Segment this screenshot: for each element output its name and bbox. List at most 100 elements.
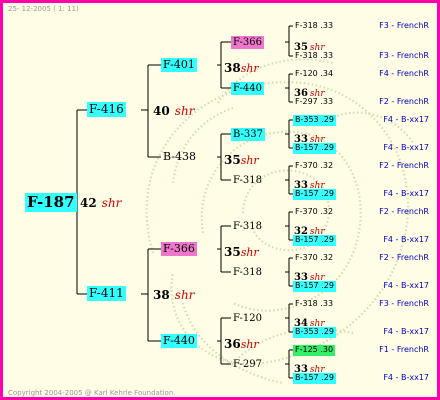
gen2-score-group: 36shr bbox=[224, 335, 259, 351]
gen2-id[interactable]: F-366 bbox=[161, 242, 197, 257]
gen4-num: .29 bbox=[321, 327, 334, 336]
gen4-entry[interactable]: B-353 .29 bbox=[293, 327, 336, 338]
gen3-id[interactable]: B-337 bbox=[231, 128, 265, 141]
gen4-entry[interactable]: F-297 .33 bbox=[293, 97, 335, 108]
gen4-num: .29 bbox=[321, 235, 334, 244]
gen4-origin: F3 - FrenchR bbox=[379, 299, 429, 308]
gen4-origin: F3 - FrenchR bbox=[379, 51, 429, 60]
gen4-origin: F4 - B-xx17 bbox=[383, 281, 429, 290]
gen4-origin: F2 - FrenchR bbox=[379, 161, 429, 170]
gen4-num: .32 bbox=[320, 253, 334, 262]
gen3-id[interactable]: F-366 bbox=[231, 36, 264, 49]
gen4-num: .33 bbox=[320, 51, 334, 60]
gen4-entry[interactable]: B-157 .29 bbox=[293, 235, 336, 246]
gen4-id: F-318 bbox=[295, 299, 318, 308]
gen4-origin: F4 - B-xx17 bbox=[383, 373, 429, 382]
gen4-num: .32 bbox=[320, 207, 334, 216]
gen4-origin: F4 - B-xx17 bbox=[383, 189, 429, 198]
gen4-id: B-353 bbox=[295, 115, 319, 124]
gen3-id[interactable]: F-120 bbox=[231, 312, 264, 325]
gen4-entry[interactable]: B-157 .29 bbox=[293, 143, 336, 154]
gen4-id: B-157 bbox=[295, 235, 319, 244]
gen1-score-group: 40 shr bbox=[153, 102, 194, 118]
gen3-id[interactable]: F-440 bbox=[231, 82, 264, 95]
gen4-id: B-157 bbox=[295, 189, 319, 198]
gen4-num: .29 bbox=[321, 143, 334, 152]
gen4-id: B-353 bbox=[295, 327, 319, 336]
gen4-num: .34 bbox=[320, 69, 334, 78]
gen4-origin: F4 - B-xx17 bbox=[383, 115, 429, 124]
gen4-entry[interactable]: F-318 .33 bbox=[293, 51, 335, 62]
root-score-group: 42 shr bbox=[80, 194, 121, 210]
gen4-num: .30 bbox=[320, 345, 334, 354]
gen1-unit: shr bbox=[174, 104, 195, 118]
gen4-entry[interactable]: B-157 .29 bbox=[293, 281, 336, 292]
gen4-entry[interactable]: F-318 .33 bbox=[293, 299, 335, 310]
gen4-origin: F3 - FrenchR bbox=[379, 21, 429, 30]
gen4-entry[interactable]: B-157 .29 bbox=[293, 189, 336, 200]
gen4-id: B-157 bbox=[295, 373, 319, 382]
gen4-id: F-125 bbox=[295, 345, 318, 354]
gen3-id[interactable]: F-297 bbox=[231, 358, 264, 371]
gen4-entry[interactable]: F-120 .34 bbox=[293, 69, 335, 80]
gen2-score-group: 35shr bbox=[224, 151, 259, 167]
gen3-id[interactable]: F-318 bbox=[231, 266, 264, 279]
gen4-id: F-120 bbox=[295, 69, 318, 78]
footer-copyright: Copyright 2004-2005 @ Karl Kehrle Founda… bbox=[8, 389, 176, 397]
gen4-entry[interactable]: B-157 .29 bbox=[293, 373, 336, 384]
header-date: 25- 12-2005 ( 1: 11) bbox=[8, 5, 79, 13]
gen4-origin: F4 - FrenchR bbox=[379, 69, 429, 78]
gen2-unit: shr bbox=[240, 154, 259, 167]
gen2-score: 36 bbox=[224, 337, 241, 351]
gen4-origin: F2 - FrenchR bbox=[379, 97, 429, 106]
gen1-unit: shr bbox=[174, 288, 195, 302]
gen1-id[interactable]: F-411 bbox=[87, 286, 126, 302]
pedigree-frame: 25- 12-2005 ( 1: 11) Copyright 2004-2005… bbox=[0, 0, 440, 400]
gen4-id: F-297 bbox=[295, 97, 318, 106]
gen4-origin: F2 - FrenchR bbox=[379, 253, 429, 262]
gen2-id[interactable]: B-438 bbox=[161, 150, 198, 164]
gen4-num: .33 bbox=[320, 299, 334, 308]
gen2-unit: shr bbox=[240, 62, 259, 75]
gen4-origin: F2 - FrenchR bbox=[379, 207, 429, 216]
gen2-id[interactable]: F-401 bbox=[161, 58, 197, 73]
gen4-id: F-370 bbox=[295, 161, 318, 170]
gen4-num: .33 bbox=[320, 21, 334, 30]
root-score: 42 bbox=[80, 196, 97, 210]
gen4-id: B-157 bbox=[295, 281, 319, 290]
root-id[interactable]: F-187 bbox=[25, 193, 77, 212]
gen4-entry[interactable]: F-370 .32 bbox=[293, 253, 335, 264]
gen1-score: 38 bbox=[153, 288, 170, 302]
gen1-score: 40 bbox=[153, 104, 170, 118]
gen4-num: .29 bbox=[321, 373, 334, 382]
gen2-score: 35 bbox=[224, 245, 241, 259]
gen4-num: .29 bbox=[321, 281, 334, 290]
gen4-id: F-370 bbox=[295, 253, 318, 262]
gen1-id[interactable]: F-416 bbox=[87, 102, 126, 118]
gen4-entry[interactable]: F-370 .32 bbox=[293, 161, 335, 172]
gen4-num: .33 bbox=[320, 97, 334, 106]
root-unit: shr bbox=[101, 196, 122, 210]
gen4-id: B-157 bbox=[295, 143, 319, 152]
gen4-origin: F4 - B-xx17 bbox=[383, 235, 429, 244]
gen4-origin: F1 - FrenchR bbox=[379, 345, 429, 354]
gen2-unit: shr bbox=[240, 246, 259, 259]
gen4-num: .32 bbox=[320, 161, 334, 170]
gen3-id[interactable]: F-318 bbox=[231, 220, 264, 233]
gen4-entry[interactable]: F-125 .30 bbox=[293, 345, 336, 356]
gen4-origin: F4 - B-xx17 bbox=[383, 143, 429, 152]
gen2-score: 35 bbox=[224, 153, 241, 167]
gen4-entry[interactable]: F-318 .33 bbox=[293, 21, 335, 32]
gen4-id: F-318 bbox=[295, 21, 318, 30]
gen2-score-group: 38shr bbox=[224, 59, 259, 75]
gen3-id[interactable]: F-318 bbox=[231, 174, 264, 187]
gen4-entry[interactable]: B-353 .29 bbox=[293, 115, 336, 126]
gen4-origin: F4 - B-xx17 bbox=[383, 327, 429, 336]
gen1-score-group: 38 shr bbox=[153, 286, 194, 302]
gen4-id: F-370 bbox=[295, 207, 318, 216]
gen4-entry[interactable]: F-370 .32 bbox=[293, 207, 335, 218]
gen2-id[interactable]: F-440 bbox=[161, 334, 197, 349]
gen2-score: 38 bbox=[224, 61, 241, 75]
gen2-score-group: 35shr bbox=[224, 243, 259, 259]
gen4-num: .29 bbox=[321, 189, 334, 198]
